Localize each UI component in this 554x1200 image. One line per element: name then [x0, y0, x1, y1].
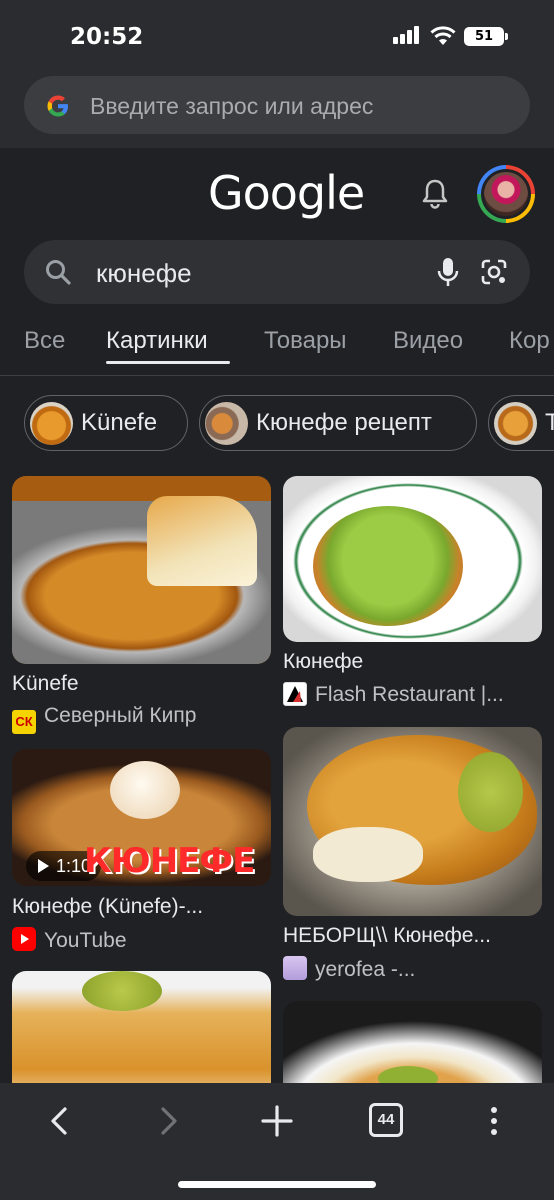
- youtube-icon: [12, 927, 36, 951]
- user-avatar-favicon: [283, 956, 307, 980]
- chip-more[interactable]: Т: [488, 395, 554, 451]
- tab-switcher-button[interactable]: 44: [369, 1103, 403, 1137]
- google-lens-icon[interactable]: [479, 257, 509, 287]
- search-query[interactable]: кюнефе: [96, 258, 192, 289]
- result-title: Künefe: [12, 672, 79, 695]
- chip-thumbnail: [30, 402, 73, 445]
- tab-all[interactable]: Все: [24, 327, 65, 355]
- chip-thumbnail: [494, 402, 537, 445]
- image-result[interactable]: Künefe СК Северный Кипр: [12, 476, 271, 734]
- image-result[interactable]: Кюнефе Flash Restaurant |...: [283, 476, 542, 706]
- result-image: [283, 476, 542, 642]
- status-time: 20:52: [70, 24, 144, 50]
- chip-label: Künefe: [81, 409, 158, 436]
- chip-kunefe[interactable]: Künefe: [24, 395, 188, 451]
- microphone-icon[interactable]: [434, 256, 462, 288]
- status-bar: 20:52 51: [0, 0, 554, 70]
- chip-kunefe-recipe[interactable]: Кюнефе рецепт: [199, 395, 477, 451]
- result-image: [283, 727, 542, 916]
- search-box[interactable]: кюнефе: [24, 240, 530, 304]
- tab-short[interactable]: Кор: [509, 327, 550, 355]
- address-bar[interactable]: Введите запрос или адрес: [24, 76, 530, 134]
- result-source: СК Северный Кипр: [12, 704, 196, 734]
- result-source: yerofea -...: [283, 956, 415, 982]
- image-result[interactable]: НЕБОРЩ\\ Кюнефе... yerofea -...: [283, 727, 542, 983]
- back-icon[interactable]: [42, 1103, 78, 1139]
- search-tabs: Все Картинки Товары Видео Кор: [0, 318, 554, 376]
- chip-label: Т: [545, 409, 554, 436]
- chip-thumbnail: [205, 402, 248, 445]
- address-bar-placeholder: Введите запрос или адрес: [90, 93, 374, 119]
- flash-restaurant-favicon: [283, 682, 307, 706]
- more-menu-icon[interactable]: [476, 1103, 512, 1139]
- account-avatar[interactable]: [477, 165, 535, 223]
- cellular-signal-icon: [393, 26, 421, 44]
- tab-shopping[interactable]: Товары: [264, 327, 347, 355]
- result-title: НЕБОРЩ\\ Кюнефе...: [283, 924, 491, 947]
- avatar-photo: [484, 172, 528, 216]
- result-image: [12, 476, 271, 664]
- result-source: YouTube: [12, 927, 127, 953]
- google-logo[interactable]: Google: [208, 166, 365, 220]
- image-result[interactable]: [12, 971, 271, 1111]
- site-favicon: СК: [12, 710, 36, 734]
- battery-icon: 51: [464, 27, 508, 46]
- google-g-icon: [47, 95, 68, 117]
- tab-videos[interactable]: Видео: [393, 327, 463, 355]
- new-tab-icon[interactable]: [259, 1103, 295, 1139]
- result-source: Flash Restaurant |...: [283, 682, 504, 707]
- address-bar-area: Введите запрос или адрес: [0, 70, 554, 148]
- notifications-bell-icon[interactable]: [420, 178, 450, 210]
- chip-label: Кюнефе рецепт: [256, 409, 432, 436]
- result-title: Кюнефе: [283, 650, 364, 673]
- bottom-toolbar: 44: [0, 1083, 554, 1200]
- image-result[interactable]: 1:10 КЮНЕФЕ Кюнефе (Künefe)-... YouTube: [12, 749, 271, 954]
- related-chips: Künefe Кюнефе рецепт Т: [0, 395, 554, 451]
- result-title: Кюнефе (Künefe)-...: [12, 895, 204, 918]
- video-thumbnail-title: КЮНЕФЕ: [84, 841, 255, 881]
- result-image: 1:10 КЮНЕФЕ: [12, 749, 271, 886]
- active-tab-indicator: [106, 361, 230, 364]
- search-icon: [46, 260, 71, 285]
- wifi-icon: [430, 26, 456, 45]
- home-indicator[interactable]: [178, 1181, 376, 1188]
- tab-images[interactable]: Картинки: [106, 327, 208, 355]
- image-result[interactable]: [283, 1001, 542, 1111]
- forward-icon[interactable]: [150, 1103, 186, 1139]
